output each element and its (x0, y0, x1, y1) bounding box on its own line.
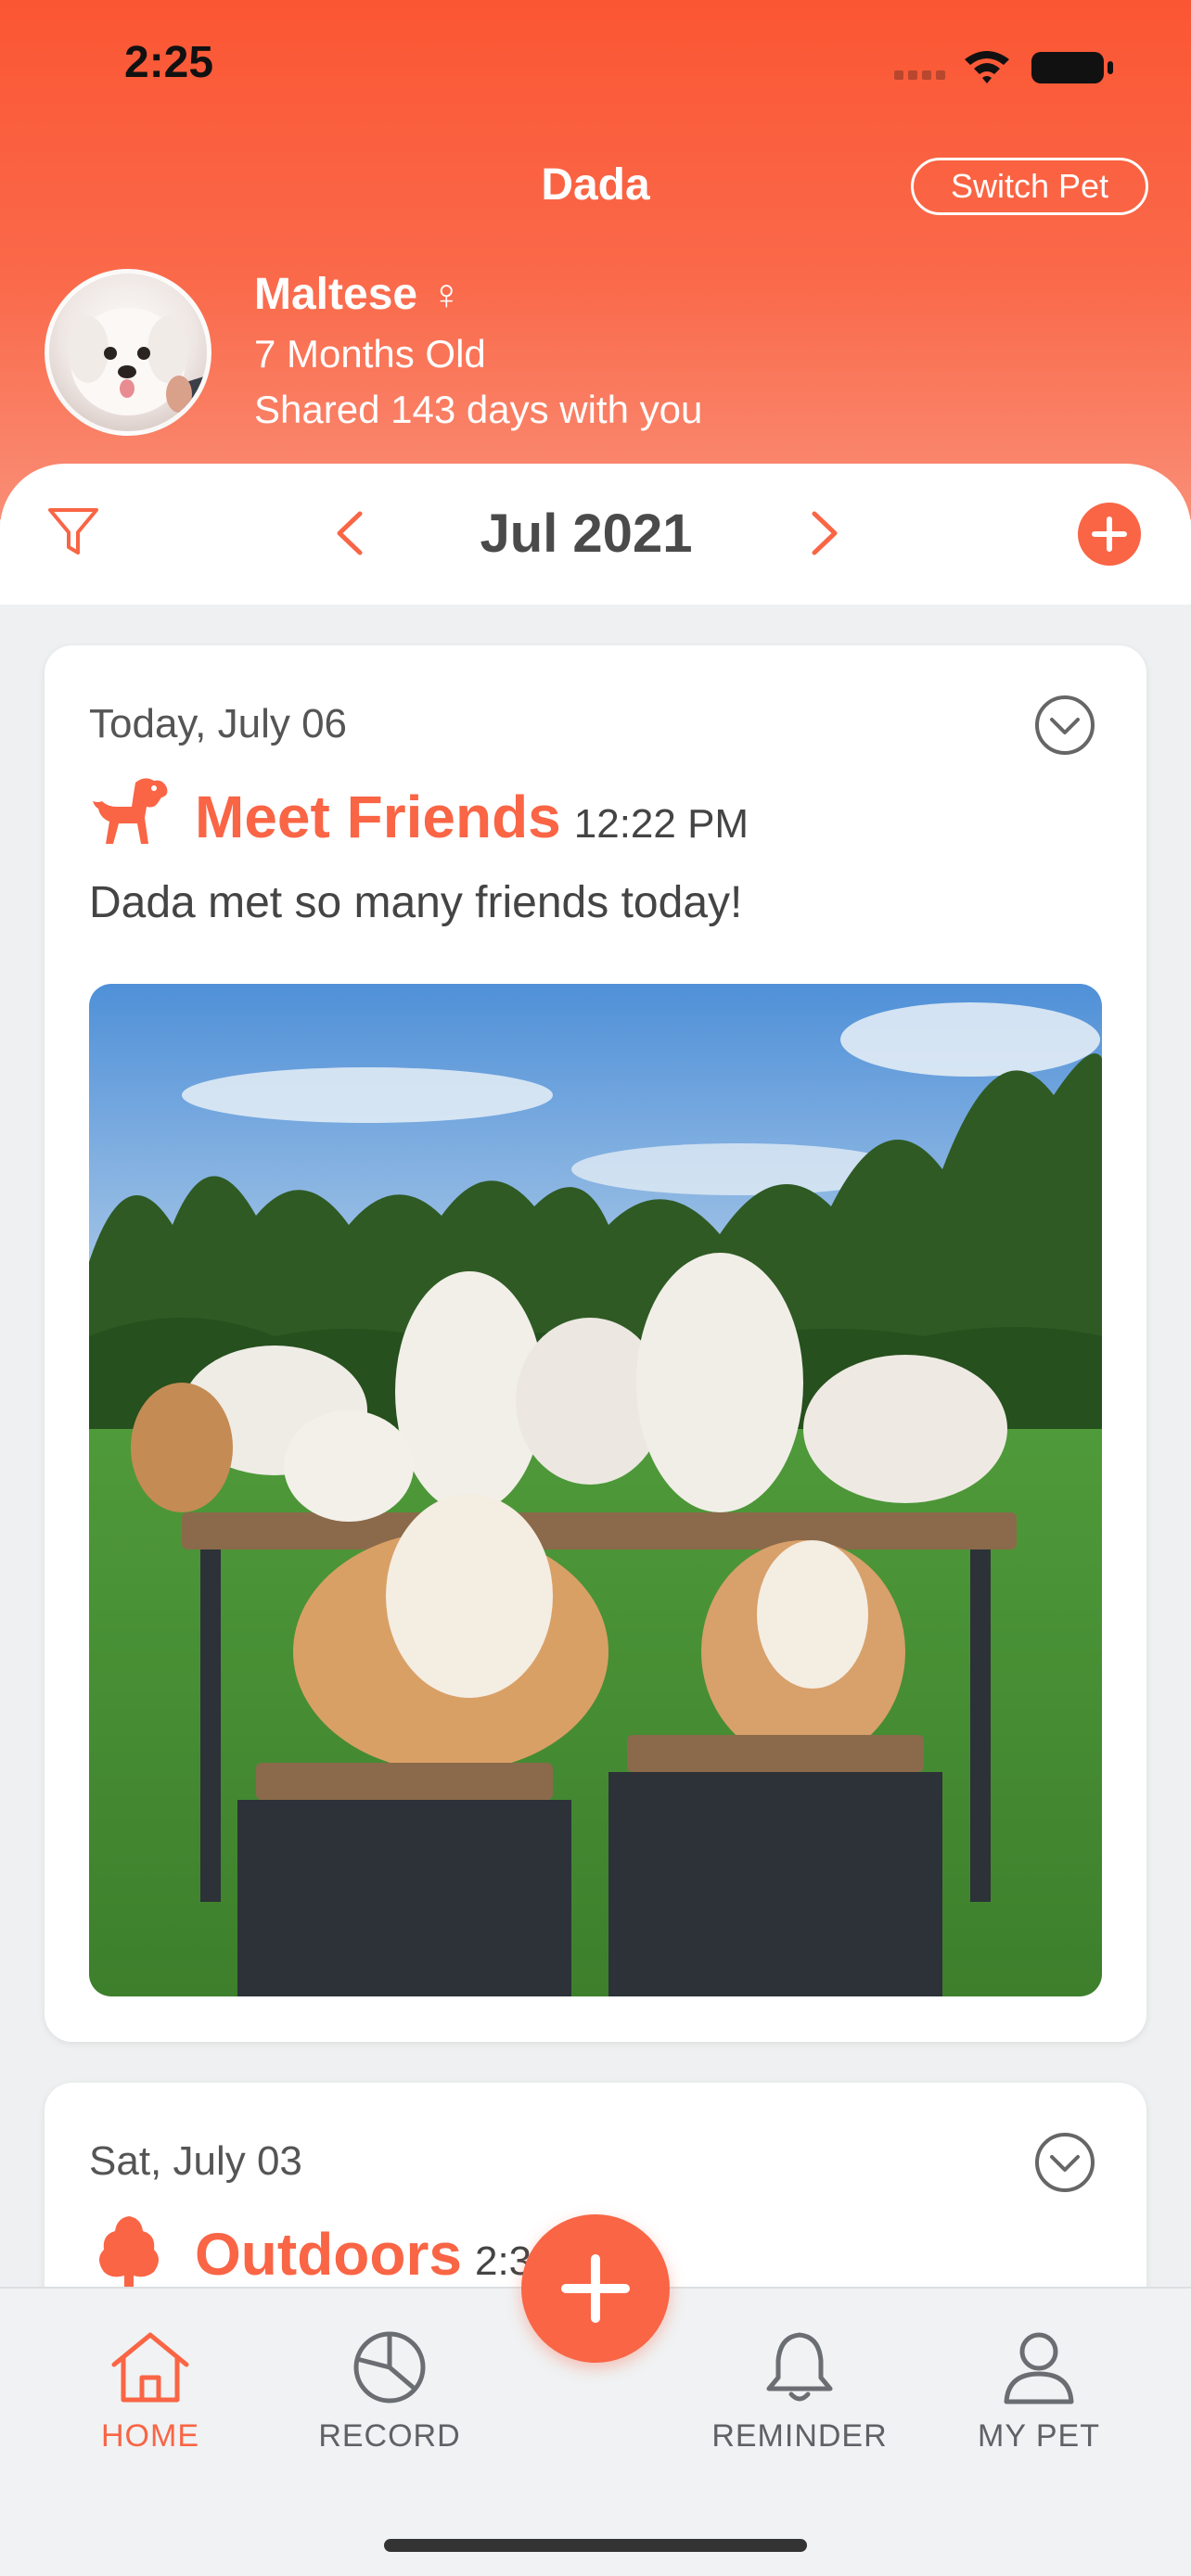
bell-icon (766, 2332, 833, 2402)
chevron-down-icon[interactable] (1033, 2131, 1096, 2194)
user-icon (1004, 2332, 1074, 2404)
pet-breed: Maltese ♀ (254, 270, 463, 319)
female-icon: ♀ (430, 270, 463, 318)
next-month-icon[interactable] (809, 508, 842, 558)
plus-icon (1092, 516, 1127, 552)
tab-label: HOME (101, 2418, 199, 2454)
entry-date: Today, July 06 (89, 701, 348, 746)
month-label: Jul 2021 (480, 504, 693, 564)
entry-date: Sat, July 03 (89, 2138, 302, 2184)
tab-home[interactable]: HOME (58, 2329, 243, 2478)
plus-icon (561, 2254, 630, 2323)
month-bar: Jul 2021 (0, 464, 1191, 605)
tab-label: MY PET (978, 2418, 1100, 2454)
pet-days-shared: Shared 143 days with you (254, 388, 703, 431)
journal-entry-card[interactable]: Today, July 06 Meet Friends 12:22 PM Dada… (45, 645, 1146, 2042)
entry-photo[interactable] (89, 984, 1102, 1996)
status-icons (894, 51, 1113, 83)
dog-icon (93, 778, 168, 844)
dogs-photo (89, 984, 1102, 1996)
home-icon (111, 2332, 189, 2403)
pie-chart-icon (353, 2331, 426, 2404)
add-record-fab[interactable] (521, 2214, 670, 2363)
tab-label: REMINDER (711, 2418, 888, 2454)
tab-reminder[interactable]: REMINDER (707, 2329, 892, 2478)
maltese-photo (68, 308, 207, 431)
chevron-down-icon[interactable] (1033, 694, 1096, 757)
add-entry-button[interactable] (1078, 503, 1141, 566)
tab-label: RECORD (318, 2418, 461, 2454)
tab-my-pet[interactable]: MY PET (946, 2329, 1132, 2478)
entry-category: Outdoors 2:3 (195, 2221, 532, 2288)
entry-time: 12:22 PM (573, 801, 749, 847)
tab-record[interactable]: RECORD (297, 2329, 482, 2478)
status-time: 2:25 (124, 38, 214, 87)
profile-header: 2:25 Dada Switch Pet Maltese ♀ 7 Months O… (0, 0, 1191, 519)
home-indicator (384, 2539, 807, 2552)
pet-age: 7 Months Old (254, 332, 486, 376)
tree-icon (99, 2216, 159, 2287)
switch-pet-button[interactable]: Switch Pet (911, 158, 1148, 215)
entry-description: Dada met so many friends today! (89, 878, 743, 927)
pet-avatar[interactable] (45, 269, 211, 436)
entry-category: Meet Friends 12:22 PM (195, 784, 749, 850)
